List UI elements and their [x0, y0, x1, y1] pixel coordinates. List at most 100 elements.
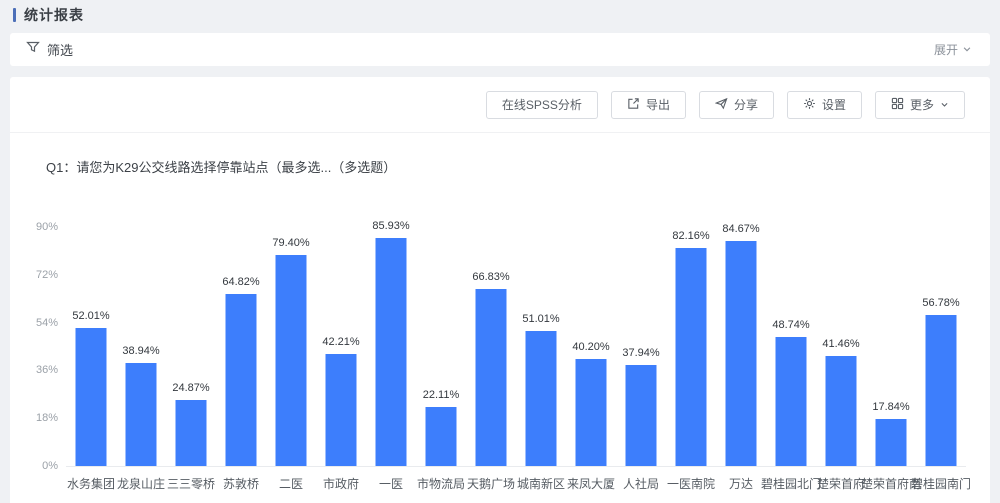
x-axis-category-label: 楚荣首府 [817, 475, 865, 492]
funnel-icon [26, 40, 40, 59]
bar-value-label: 41.46% [822, 338, 859, 350]
bar[interactable] [876, 419, 907, 466]
bar[interactable] [826, 356, 857, 466]
export-button-label: 导出 [646, 96, 670, 113]
bar-value-label: 38.94% [122, 345, 159, 357]
bar-value-label: 22.11% [423, 389, 460, 401]
x-axis-category-label: 碧桂园北门 [761, 475, 821, 492]
settings-button[interactable]: 设置 [787, 91, 862, 119]
x-axis-category-label: 水务集团 [67, 475, 115, 492]
x-axis-category-label: 一医 [379, 475, 403, 492]
y-axis-tick-label: 54% [36, 317, 58, 329]
bar[interactable] [576, 359, 607, 466]
y-axis-tick-label: 0% [42, 460, 58, 472]
x-axis-category-label: 二医 [279, 475, 303, 492]
bar-column: 85.93%一医 [366, 227, 416, 466]
bar-column: 64.82%苏敦桥 [216, 227, 266, 466]
y-axis-tick-label: 36% [36, 364, 58, 376]
bar-column: 17.84%楚荣首府南 [866, 227, 916, 466]
bar[interactable] [726, 241, 757, 466]
bar[interactable] [176, 400, 207, 466]
export-icon [627, 97, 640, 113]
bar[interactable] [76, 328, 107, 466]
chart-toolbar: 在线SPSS分析 导出 分享 [10, 77, 990, 133]
bar-columns: 52.01%水务集团38.94%龙泉山庄24.87%三三零桥64.82%苏敦桥7… [66, 227, 966, 466]
x-axis-category-label: 一医南院 [667, 475, 715, 492]
x-axis-category-label: 碧桂园南门 [911, 475, 971, 492]
bar[interactable] [526, 331, 557, 466]
x-axis-category-label: 龙泉山庄 [117, 475, 165, 492]
expand-toggle[interactable]: 展开 [934, 41, 972, 58]
spss-button-label: 在线SPSS分析 [502, 96, 582, 113]
bar-value-label: 64.82% [222, 276, 259, 288]
export-button[interactable]: 导出 [611, 91, 686, 119]
page-title: 统计报表 [24, 5, 84, 25]
bar[interactable] [626, 365, 657, 466]
bar-column: 79.40%二医 [266, 227, 316, 466]
bar-column: 37.94%人社局 [616, 227, 666, 466]
x-axis-category-label: 天鹅广场 [467, 475, 515, 492]
bar-column: 84.67%万达 [716, 227, 766, 466]
bar-value-label: 52.01% [72, 310, 109, 322]
bar-value-label: 40.20% [572, 341, 609, 353]
bar-value-label: 85.93% [372, 220, 409, 232]
bar-value-label: 79.40% [272, 237, 309, 249]
bar-value-label: 48.74% [772, 319, 809, 331]
bar-column: 42.21%市政府 [316, 227, 366, 466]
grid-icon [891, 97, 904, 113]
title-accent-bar [13, 8, 16, 22]
question-row: Q1：请您为K29公交线路选择停靠站点（最多选...（多选题） [10, 133, 990, 177]
x-axis-category-label: 三三零桥 [167, 475, 215, 492]
page-header: 统计报表 [0, 0, 1000, 30]
bar[interactable] [376, 238, 407, 466]
more-button[interactable]: 更多 [875, 91, 965, 119]
paper-plane-icon [715, 97, 728, 113]
gear-icon [803, 97, 816, 113]
y-axis-tick-label: 18% [36, 412, 58, 424]
bar-value-label: 84.67% [722, 223, 759, 235]
bar-value-label: 17.84% [872, 401, 909, 413]
filter-button[interactable]: 筛选 [26, 40, 73, 59]
share-button[interactable]: 分享 [699, 91, 774, 119]
bar[interactable] [926, 315, 957, 466]
bar-chart: 52.01%水务集团38.94%龙泉山庄24.87%三三零桥64.82%苏敦桥7… [28, 213, 972, 503]
expand-label: 展开 [934, 41, 958, 58]
bar[interactable] [426, 407, 457, 466]
bar-value-label: 37.94% [622, 347, 659, 359]
bar-column: 41.46%楚荣首府 [816, 227, 866, 466]
share-button-label: 分享 [734, 96, 758, 113]
bar-value-label: 82.16% [672, 230, 709, 242]
spss-analysis-button[interactable]: 在线SPSS分析 [486, 91, 598, 119]
chevron-down-icon [962, 43, 972, 57]
bar-column: 40.20%来凤大厦 [566, 227, 616, 466]
chevron-down-icon [940, 98, 949, 112]
bar[interactable] [226, 294, 257, 466]
bar-column: 24.87%三三零桥 [166, 227, 216, 466]
bar[interactable] [126, 363, 157, 466]
filter-label: 筛选 [47, 40, 73, 59]
bar-column: 82.16%一医南院 [666, 227, 716, 466]
bar[interactable] [776, 337, 807, 466]
x-axis-category-label: 人社局 [623, 475, 659, 492]
x-axis-category-label: 苏敦桥 [223, 475, 259, 492]
bar[interactable] [276, 255, 307, 466]
bar-value-label: 24.87% [172, 382, 209, 394]
bar-column: 38.94%龙泉山庄 [116, 227, 166, 466]
x-axis-category-label: 万达 [729, 475, 753, 492]
bar[interactable] [326, 354, 357, 466]
filter-bar: 筛选 展开 [10, 33, 990, 66]
report-card: 在线SPSS分析 导出 分享 [10, 77, 990, 503]
more-button-label: 更多 [910, 96, 934, 113]
bar[interactable] [676, 248, 707, 466]
plot-area: 52.01%水务集团38.94%龙泉山庄24.87%三三零桥64.82%苏敦桥7… [66, 227, 966, 467]
x-axis-category-label: 市物流局 [417, 475, 465, 492]
settings-button-label: 设置 [822, 96, 846, 113]
x-axis-category-label: 来凤大厦 [567, 475, 615, 492]
bar-column: 52.01%水务集团 [66, 227, 116, 466]
bar-column: 22.11%市物流局 [416, 227, 466, 466]
bar-value-label: 51.01% [522, 313, 559, 325]
bar-value-label: 66.83% [472, 271, 509, 283]
bar-column: 51.01%城南新区 [516, 227, 566, 466]
bar[interactable] [476, 289, 507, 466]
question-title: Q1：请您为K29公交线路选择停靠站点（最多选...（多选题） [46, 160, 396, 175]
